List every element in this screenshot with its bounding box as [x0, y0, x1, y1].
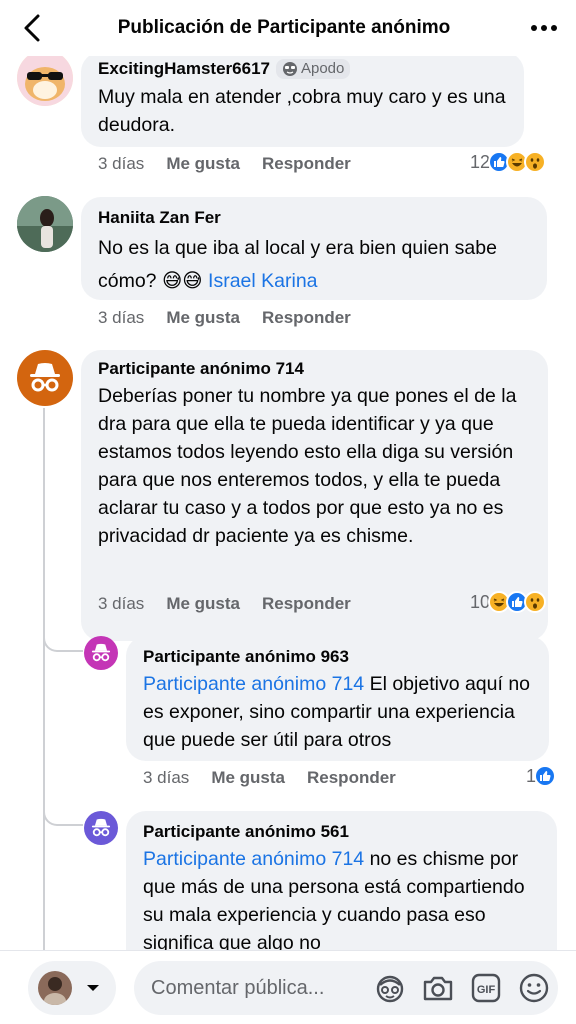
anonymous-icon [30, 363, 60, 392]
gif-button[interactable]: GIF [469, 971, 503, 1005]
more-icon [531, 25, 557, 31]
comment-author[interactable]: Participante anónimo 963 [143, 646, 349, 668]
user-photo-icon [17, 196, 73, 252]
comment-text: Muy mala en atender ,cobra muy caro y es… [98, 86, 506, 136]
more-options-button[interactable] [512, 0, 576, 56]
reply-button[interactable]: Responder [307, 768, 396, 788]
like-button[interactable]: Me gusta [166, 154, 240, 174]
wow-reaction-icon [524, 151, 547, 173]
emoji-button[interactable] [517, 971, 551, 1005]
avatar [38, 971, 72, 1005]
reaction-count: 12 [470, 151, 491, 172]
camera-icon [423, 976, 453, 1001]
profile-switcher[interactable] [28, 961, 116, 1015]
comment-input[interactable] [151, 976, 361, 1000]
hamster-avatar-icon [17, 56, 73, 106]
comment-author[interactable]: Participante anónimo 714 [98, 358, 304, 380]
comment-actions: 3 días Me gusta Responder [143, 768, 396, 788]
comment-bubble: Haniita Zan Fer No es la que iba al loca… [81, 197, 547, 300]
comment-text: Deberías poner tu nombre ya que pones el… [98, 385, 517, 547]
emoji-text: 😅😅 [161, 270, 203, 292]
reply-button[interactable]: Responder [262, 154, 351, 174]
comment-composer: GIF [0, 950, 576, 1024]
comment-actions: 3 días Me gusta Responder [98, 154, 351, 174]
badge-label: Apodo [300, 60, 345, 77]
avatar-sticker-button[interactable] [373, 971, 407, 1005]
reply-bubble: Participante anónimo 963 Participante an… [126, 636, 549, 761]
dropdown-icon [87, 985, 99, 991]
reply-connector [43, 798, 83, 826]
comment-time[interactable]: 3 días [98, 308, 144, 328]
reaction-summary[interactable]: 1 [526, 765, 557, 787]
reply-button[interactable]: Responder [262, 594, 351, 614]
nickname-badge: Apodo [275, 59, 351, 79]
like-button[interactable]: Me gusta [166, 594, 240, 614]
user-photo-icon [38, 971, 72, 1005]
wow-reaction-icon [524, 591, 547, 613]
gif-icon: GIF [471, 973, 501, 1003]
like-button[interactable]: Me gusta [166, 308, 240, 328]
reaction-summary[interactable]: 10 [470, 591, 547, 613]
mention-link[interactable]: Participante anónimo 714 [143, 673, 364, 695]
reaction-summary[interactable]: 12 [470, 151, 547, 173]
page-title: Publicación de Participante anónimo [117, 17, 451, 38]
back-button[interactable] [0, 0, 64, 56]
comment-time[interactable]: 3 días [98, 594, 144, 614]
back-icon [24, 14, 40, 42]
avatar[interactable] [17, 56, 73, 106]
reply-connector [43, 624, 83, 652]
mention-link[interactable]: Participante anónimo 714 [143, 848, 364, 870]
anonymous-icon [91, 818, 111, 837]
avatar[interactable] [84, 636, 118, 670]
comment-author[interactable]: Participante anónimo 561 [143, 821, 349, 843]
comments-list: ExcitingHamster6617 Apodo Muy mala en at… [0, 56, 576, 950]
emoji-icon [519, 973, 549, 1003]
comment-time[interactable]: 3 días [143, 768, 189, 788]
comment-time[interactable]: 3 días [98, 154, 144, 174]
avatar-sticker-icon [376, 975, 404, 1003]
comment-author[interactable]: Haniita Zan Fer [98, 207, 221, 229]
avatar[interactable] [84, 811, 118, 845]
reaction-count: 10 [470, 591, 491, 612]
comment-author[interactable]: ExcitingHamster6617 [98, 58, 270, 80]
like-button[interactable]: Me gusta [211, 768, 285, 788]
comment-actions: 3 días Me gusta Responder [98, 594, 351, 614]
avatar[interactable] [17, 196, 73, 252]
avatar[interactable] [17, 350, 73, 406]
reply-bubble: Participante anónimo 561 Participante an… [126, 811, 557, 950]
reply-button[interactable]: Responder [262, 308, 351, 328]
thread-line [43, 408, 45, 950]
comment-actions: 3 días Me gusta Responder [98, 308, 351, 328]
anonymous-icon [91, 643, 111, 662]
comment-bubble: ExcitingHamster6617 Apodo Muy mala en at… [81, 56, 524, 147]
camera-button[interactable] [421, 971, 455, 1005]
top-bar: Publicación de Participante anónimo [0, 0, 576, 56]
mention-link[interactable]: Israel Karina [208, 270, 317, 292]
comment-input-container[interactable]: GIF [134, 961, 558, 1015]
svg-text:GIF: GIF [477, 984, 496, 996]
like-reaction-icon [534, 765, 557, 787]
sunglasses-face-icon [282, 62, 297, 76]
